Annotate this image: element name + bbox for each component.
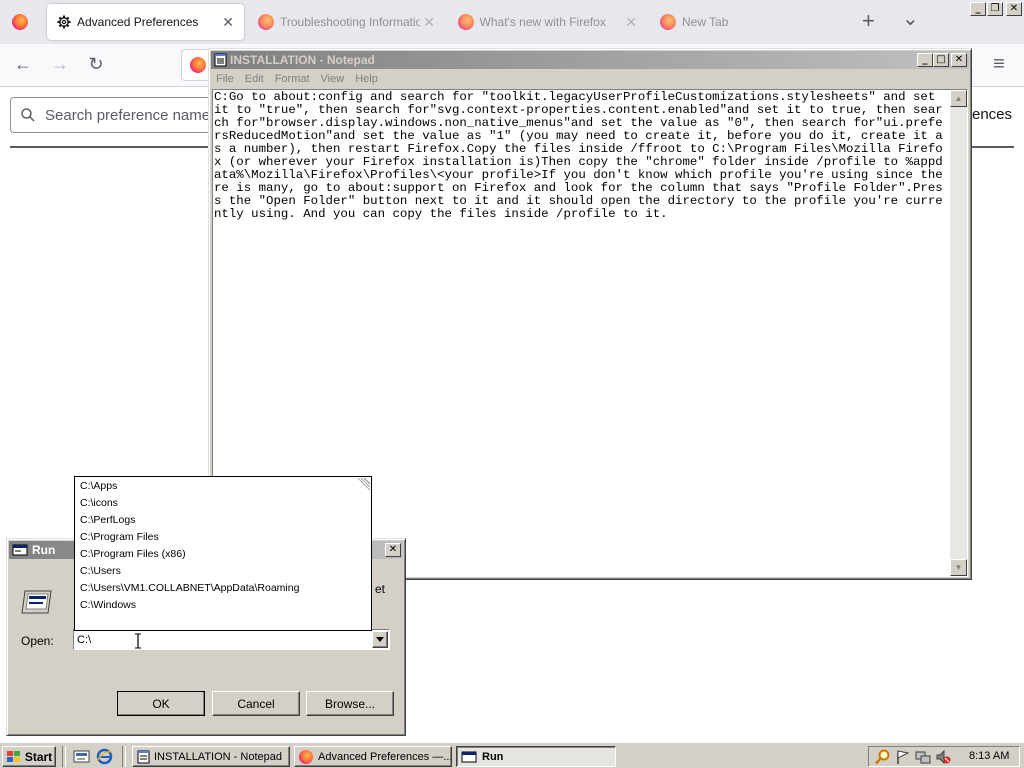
reload-icon[interactable]: ↻	[82, 50, 110, 78]
resize-grip-icon[interactable]	[357, 478, 370, 491]
autocomplete-list: C:\Apps C:\icons C:\PerfLogs C:\Program …	[74, 476, 372, 631]
clock[interactable]: 8:13 AM	[969, 750, 1009, 762]
taskbar-item-label: Run	[482, 750, 504, 763]
menu-help[interactable]: Help	[355, 73, 378, 85]
run-title: Run	[32, 543, 56, 557]
run-icon	[461, 751, 477, 762]
notepad-title: INSTALLATION - Notepad	[230, 53, 375, 67]
taskbar-separator	[122, 746, 126, 767]
cancel-button[interactable]: Cancel	[212, 691, 300, 716]
browser-tab-bar: Advanced Preferences ✕ Troubleshooting I…	[0, 0, 1024, 44]
menu-edit[interactable]: Edit	[245, 73, 264, 85]
show-desktop-icon[interactable]	[73, 748, 90, 765]
autocomplete-item[interactable]: C:\Program Files	[80, 529, 159, 546]
notepad-minimize-button[interactable]: _	[917, 53, 933, 67]
tab-list-chevron-icon[interactable]: ⌄	[902, 6, 919, 31]
search-icon	[21, 108, 35, 122]
new-tab-plus-icon[interactable]: +	[862, 8, 875, 34]
ok-button[interactable]: OK	[117, 691, 205, 716]
close-tab-icon[interactable]: ✕	[222, 14, 234, 31]
tab-label: Advanced Preferences	[77, 15, 199, 29]
autocomplete-item[interactable]: C:\Apps	[80, 478, 117, 495]
tab-label: What's new with Firefox	[479, 15, 606, 29]
tab-label: New Tab	[682, 15, 729, 29]
run-program-icon	[21, 590, 52, 614]
open-input[interactable]	[74, 631, 367, 648]
firefox-icon	[458, 14, 474, 30]
run-icon	[12, 544, 28, 556]
notepad-icon	[214, 53, 227, 67]
back-arrow-icon[interactable]: ←	[9, 50, 37, 78]
open-dropdown-arrow-icon[interactable]	[372, 631, 388, 648]
firefox-icon	[299, 749, 313, 764]
menu-format[interactable]: Format	[275, 73, 310, 85]
taskbar: Start INSTALLATION - Notepad Advanced Pr…	[0, 742, 1024, 768]
menu-file[interactable]: File	[216, 73, 234, 85]
volume-muted-tray-icon[interactable]	[935, 749, 951, 765]
browser-minimize-button[interactable]: _	[970, 2, 986, 16]
autocomplete-item[interactable]: C:\icons	[80, 495, 118, 512]
internet-explorer-icon[interactable]	[96, 748, 113, 765]
scroll-down-arrow-icon[interactable]: ▼	[950, 559, 967, 576]
preference-search-input[interactable]	[43, 105, 212, 125]
taskbar-separator	[62, 746, 66, 767]
network-tray-icon[interactable]	[915, 749, 931, 765]
start-button[interactable]: Start	[2, 746, 56, 767]
windows-logo-icon	[6, 750, 20, 762]
tab-troubleshooting[interactable]: Troubleshooting Information ✕	[250, 4, 442, 40]
firefox-icon	[660, 14, 676, 30]
close-tab-icon[interactable]: ✕	[423, 14, 435, 31]
run-close-button[interactable]: ✕	[385, 543, 401, 557]
hamburger-menu-icon[interactable]: ≡	[985, 50, 1013, 78]
forward-arrow-icon[interactable]: →	[46, 50, 74, 78]
browser-restore-button[interactable]: ❐	[987, 2, 1003, 16]
autocomplete-item[interactable]: C:\Users\VM1.COLLABNET\AppData\Roaming	[80, 580, 299, 597]
notepad-icon	[137, 750, 150, 763]
browser-close-button[interactable]: ✕	[1006, 2, 1022, 16]
firefox-identity-icon	[190, 57, 206, 73]
taskbar-item-label: INSTALLATION - Notepad	[154, 750, 282, 763]
firefox-icon	[258, 14, 274, 30]
tab-whats-new[interactable]: What's new with Firefox ✕	[450, 4, 644, 40]
notepad-close-button[interactable]: ✕	[951, 53, 967, 67]
notepad-maximize-button[interactable]: □	[933, 53, 949, 67]
notepad-menu-bar: File Edit Format View Help	[211, 70, 969, 87]
notepad-title-bar[interactable]: INSTALLATION - Notepad _ □ ✕	[211, 51, 969, 69]
taskbar-item-firefox[interactable]: Advanced Preferences —...	[294, 746, 452, 767]
gear-icon	[57, 15, 71, 29]
notepad-vertical-scrollbar[interactable]: ▲ ▼	[950, 90, 967, 576]
tab-label: Troubleshooting Information	[280, 15, 420, 29]
tab-advanced-preferences[interactable]: Advanced Preferences ✕	[47, 4, 244, 40]
show-only-modified-label: ences	[972, 106, 1013, 123]
run-description-text: et	[375, 582, 386, 596]
menu-view[interactable]: View	[321, 73, 345, 85]
open-combobox[interactable]	[73, 629, 390, 650]
taskbar-item-notepad[interactable]: INSTALLATION - Notepad	[132, 746, 290, 767]
system-tray: 8:13 AM	[868, 746, 1020, 767]
scroll-up-arrow-icon[interactable]: ▲	[950, 90, 967, 107]
preference-search-box[interactable]	[10, 97, 217, 133]
taskbar-item-run[interactable]: Run	[456, 746, 616, 767]
firefox-view-icon[interactable]	[12, 14, 28, 30]
autocomplete-item[interactable]: C:\Users	[80, 563, 121, 580]
close-tab-icon[interactable]: ✕	[625, 14, 637, 31]
browse-button[interactable]: Browse...	[306, 691, 394, 716]
text-cursor-icon	[135, 633, 141, 649]
search-tray-icon[interactable]	[875, 749, 891, 765]
taskbar-item-label: Advanced Preferences —...	[318, 750, 452, 763]
autocomplete-item[interactable]: C:\Program Files (x86)	[80, 546, 186, 563]
tab-new-tab[interactable]: New Tab	[652, 4, 842, 40]
flag-tray-icon[interactable]	[895, 749, 911, 765]
autocomplete-item[interactable]: C:\PerfLogs	[80, 512, 135, 529]
open-label: Open:	[21, 634, 54, 648]
autocomplete-item[interactable]: C:\Windows	[80, 597, 136, 614]
start-label: Start	[24, 749, 53, 764]
